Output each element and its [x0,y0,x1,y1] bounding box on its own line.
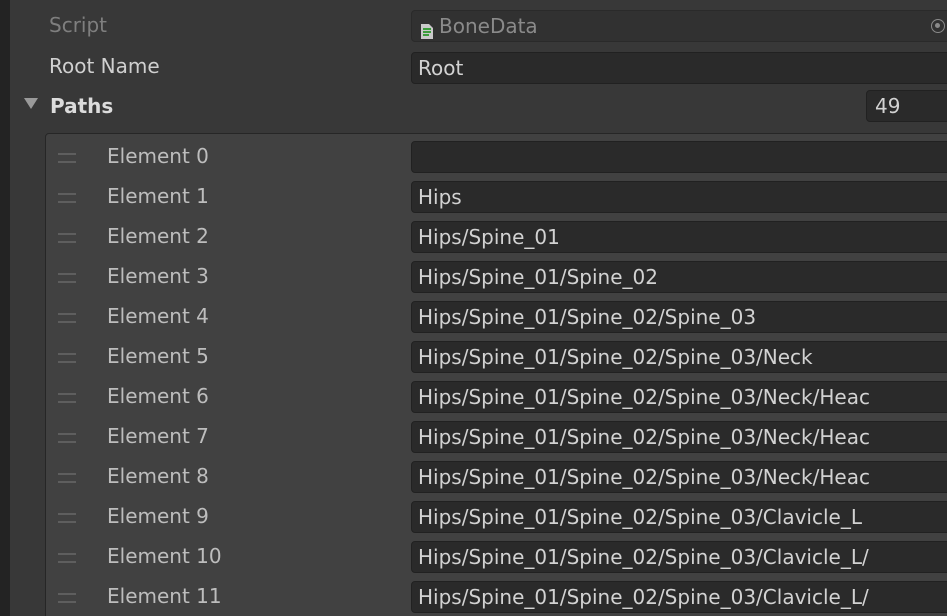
script-field[interactable]: BoneData [411,10,947,42]
element-label: Element 11 [107,584,222,608]
object-picker-icon[interactable] [931,19,945,33]
paths-count-input[interactable]: 49 [866,90,947,122]
drag-handle-icon[interactable] [58,313,76,323]
foldout-arrow-icon[interactable] [24,98,38,109]
drag-handle-icon[interactable] [58,273,76,283]
element-value-input[interactable]: Hips/Spine_01/Spine_02/Spine_03/Neck/Hea… [411,461,947,493]
element-value-input[interactable]: Hips/Spine_01/Spine_02/Spine_03/Neck [411,341,947,373]
element-label: Element 1 [107,184,209,208]
paths-foldout-label[interactable]: Paths [50,89,113,123]
element-value-input[interactable]: Hips/Spine_01 [411,221,947,253]
element-label: Element 5 [107,344,209,368]
element-value-input[interactable]: Hips/Spine_01/Spine_02/Spine_03/Clavicle… [411,541,947,573]
drag-handle-icon[interactable] [58,513,76,523]
drag-handle-icon[interactable] [58,473,76,483]
drag-handle-icon[interactable] [58,193,76,203]
element-label: Element 8 [107,464,209,488]
script-label: Script [49,13,108,37]
script-value: BoneData [439,14,538,38]
drag-handle-icon[interactable] [58,433,76,443]
script-file-icon [420,18,434,39]
element-label: Element 2 [107,224,209,248]
element-label: Element 9 [107,504,209,528]
element-label: Element 6 [107,384,209,408]
drag-handle-icon[interactable] [58,153,76,163]
drag-handle-icon[interactable] [58,353,76,363]
element-value-input[interactable]: Hips/Spine_01/Spine_02 [411,261,947,293]
drag-handle-icon[interactable] [58,233,76,243]
element-value-input[interactable]: Hips [411,181,947,213]
element-value-input[interactable]: Hips/Spine_01/Spine_02/Spine_03/Neck/Hea… [411,381,947,413]
element-value-input[interactable]: Hips/Spine_01/Spine_02/Spine_03 [411,301,947,333]
root-name-label: Root Name [49,54,160,78]
drag-handle-icon[interactable] [58,593,76,603]
inspector-panel: Script BoneData Root Name Root Paths 49 … [0,0,947,616]
element-label: Element 3 [107,264,209,288]
element-label: Element 4 [107,304,209,328]
element-value-input[interactable]: Hips/Spine_01/Spine_02/Spine_03/Clavicle… [411,581,947,613]
inspector-left-edge [0,0,10,616]
element-value-input[interactable]: Hips/Spine_01/Spine_02/Spine_03/Clavicle… [411,501,947,533]
element-label: Element 10 [107,544,222,568]
drag-handle-icon[interactable] [58,393,76,403]
element-label: Element 0 [107,144,209,168]
element-label: Element 7 [107,424,209,448]
element-value-input[interactable] [411,141,947,173]
root-name-input[interactable]: Root [411,52,947,84]
element-value-input[interactable]: Hips/Spine_01/Spine_02/Spine_03/Neck/Hea… [411,421,947,453]
drag-handle-icon[interactable] [58,553,76,563]
